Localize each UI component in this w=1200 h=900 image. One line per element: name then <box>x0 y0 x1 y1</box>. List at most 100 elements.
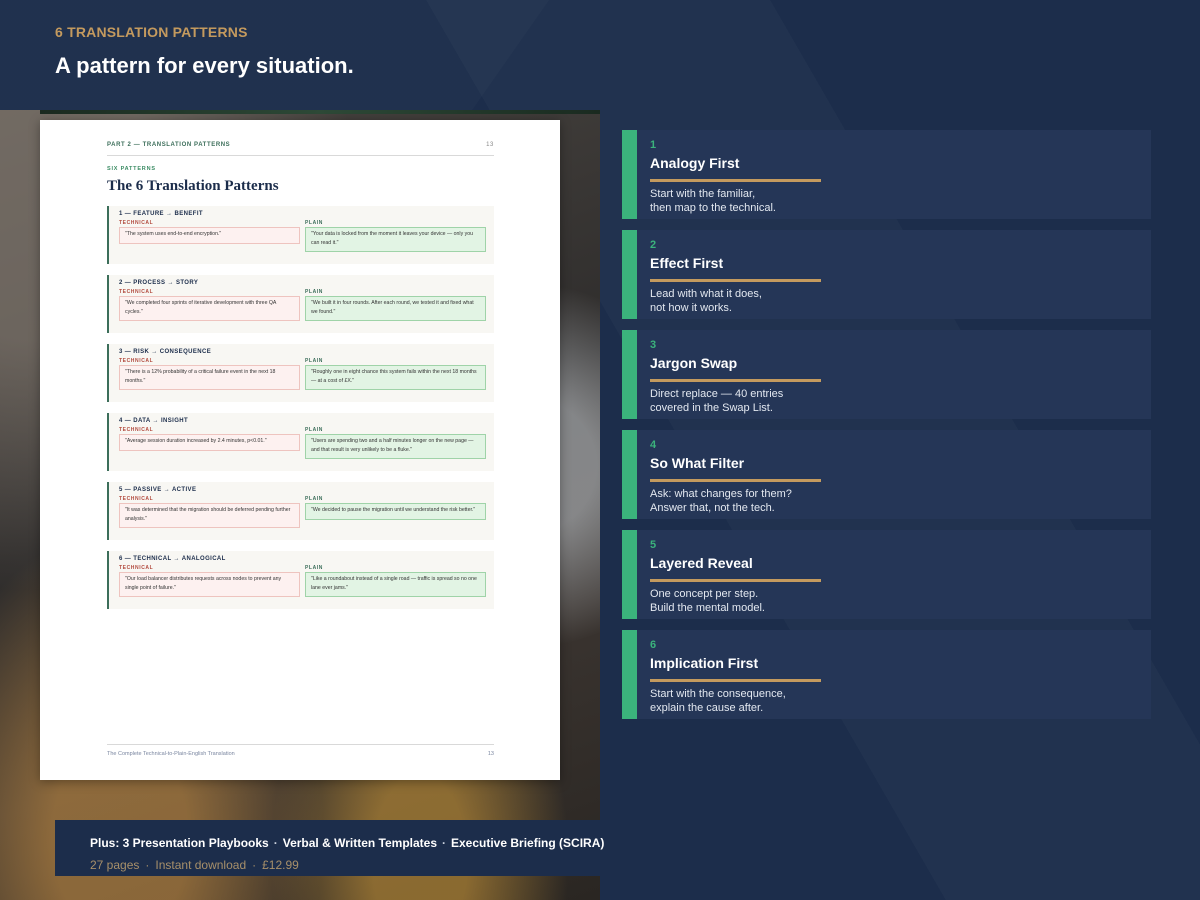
plain-label: PLAIN <box>305 220 323 226</box>
meta-item: Instant download <box>155 858 247 872</box>
plain-column: PLAIN "Users are spending two and a half … <box>305 427 486 459</box>
pattern-card-list: 1 Analogy First Start with the familiar, t… <box>622 130 1151 730</box>
document-page-number: 13 <box>486 142 494 148</box>
card-description: One concept per step. Build the mental m… <box>650 588 765 614</box>
card-divider <box>650 179 821 182</box>
separator-dot: · <box>252 858 257 872</box>
card-number: 2 <box>650 239 657 251</box>
separator-dot: · <box>442 836 446 850</box>
card-description: Start with the familiar, then map to the… <box>650 188 776 214</box>
pattern-title: 3 — RISK → CONSEQUENCE <box>119 349 212 355</box>
plain-example: "We built it in four rounds. After each … <box>305 296 486 321</box>
pattern-columns: TECHNICAL "Our load balancer distributes … <box>119 565 486 597</box>
eyebrow-label: 6 TRANSLATION PATTERNS <box>55 24 248 40</box>
pattern-card: 3 Jargon Swap Direct replace — 40 entries … <box>622 330 1151 419</box>
pattern-box: 1 — FEATURE → BENEFIT TECHNICAL "The syste… <box>107 206 494 264</box>
pattern-card: 4 So What Filter Ask: what changes for the… <box>622 430 1151 519</box>
pattern-card: 5 Layered Reveal One concept per step. Bui… <box>622 530 1151 619</box>
card-title: Analogy First <box>650 155 740 171</box>
plain-column: PLAIN "Your data is locked from the momen… <box>305 220 486 252</box>
plain-example: "Like a roundabout instead of a single r… <box>305 572 486 597</box>
pattern-title: 4 — DATA → INSIGHT <box>119 418 189 424</box>
page-headline: A pattern for every situation. <box>55 53 354 78</box>
card-title: So What Filter <box>650 455 745 471</box>
technical-label: TECHNICAL <box>119 289 154 295</box>
card-divider <box>650 379 821 382</box>
card-divider <box>650 279 821 282</box>
plain-example: "Your data is locked from the moment it … <box>305 227 486 252</box>
technical-label: TECHNICAL <box>119 496 154 502</box>
pattern-columns: TECHNICAL "The system uses end-to-end enc… <box>119 220 486 252</box>
card-title: Implication First <box>650 655 759 671</box>
plain-label: PLAIN <box>305 496 323 502</box>
pattern-box: 6 — TECHNICAL → ANALOGICAL TECHNICAL "Our … <box>107 551 494 609</box>
plain-column: PLAIN "We built it in four rounds. After … <box>305 289 486 321</box>
document-running-header: PART 2 — TRANSLATION PATTERNS 13 <box>107 142 494 156</box>
document-preview: PART 2 — TRANSLATION PATTERNS 13 SIX PAT… <box>40 120 560 780</box>
plain-example: "We decided to pause the migration until… <box>305 503 486 520</box>
card-description: Start with the consequence, explain the … <box>650 688 786 714</box>
meta-item: 27 pages <box>90 858 140 872</box>
document-title: The 6 Translation Patterns <box>107 178 279 194</box>
technical-column: TECHNICAL "We completed four sprints of i… <box>119 289 300 321</box>
technical-column: TECHNICAL "It was determined that the mig… <box>119 496 300 528</box>
card-divider <box>650 479 821 482</box>
plain-label: PLAIN <box>305 358 323 364</box>
card-description: Lead with what it does, not how it works… <box>650 288 762 314</box>
pattern-columns: TECHNICAL "We completed four sprints of i… <box>119 289 486 321</box>
technical-column: TECHNICAL "Our load balancer distributes … <box>119 565 300 597</box>
technical-example: "We completed four sprints of iterative … <box>119 296 300 321</box>
technical-label: TECHNICAL <box>119 358 154 364</box>
pattern-title: 1 — FEATURE → BENEFIT <box>119 211 203 217</box>
pattern-box: 4 — DATA → INSIGHT TECHNICAL "Average sess… <box>107 413 494 471</box>
technical-column: TECHNICAL "The system uses end-to-end enc… <box>119 220 300 252</box>
document-footer: The Complete Technical-to-Plain-English … <box>107 744 494 757</box>
extras-item: Verbal & Written Templates <box>282 836 437 850</box>
technical-label: TECHNICAL <box>119 427 154 433</box>
page-header: 6 TRANSLATION PATTERNS A pattern for eve… <box>55 24 354 79</box>
plain-column: PLAIN "Roughly one in eight chance this s… <box>305 358 486 390</box>
technical-column: TECHNICAL "There is a 12% probability of … <box>119 358 300 390</box>
plain-example: "Users are spending two and a half minut… <box>305 434 486 459</box>
card-number: 1 <box>650 139 657 151</box>
pattern-title: 6 — TECHNICAL → ANALOGICAL <box>119 556 226 562</box>
document-footer-page: 13 <box>487 751 494 757</box>
technical-example: "The system uses end-to-end encryption." <box>119 227 300 244</box>
card-number: 6 <box>650 639 657 651</box>
extras-line: Plus: 3 Presentation Playbooks · Verbal & … <box>90 836 604 850</box>
technical-column: TECHNICAL "Average session duration incre… <box>119 427 300 459</box>
card-title: Effect First <box>650 255 724 271</box>
meta-item: £12.99 <box>262 858 299 872</box>
card-divider <box>650 579 821 582</box>
offer-bar: Plus: 3 Presentation Playbooks · Verbal & … <box>55 820 604 876</box>
technical-label: TECHNICAL <box>119 220 154 226</box>
plain-column: PLAIN "We decided to pause the migration … <box>305 496 486 528</box>
pattern-title: 5 — PASSIVE → ACTIVE <box>119 487 197 493</box>
pattern-box: 3 — RISK → CONSEQUENCE TECHNICAL "There is… <box>107 344 494 402</box>
card-number: 5 <box>650 539 657 551</box>
pattern-box: 2 — PROCESS → STORY TECHNICAL "We complete… <box>107 275 494 333</box>
pattern-card: 1 Analogy First Start with the familiar, t… <box>622 130 1151 219</box>
pattern-title: 2 — PROCESS → STORY <box>119 280 199 286</box>
card-title: Layered Reveal <box>650 555 753 571</box>
pattern-card: 2 Effect First Lead with what it does, not… <box>622 230 1151 319</box>
technical-example: "Our load balancer distributes requests … <box>119 572 300 597</box>
separator-dot: · <box>273 836 278 850</box>
pattern-columns: TECHNICAL "There is a 12% probability of … <box>119 358 486 390</box>
card-number: 4 <box>650 439 657 451</box>
plain-label: PLAIN <box>305 427 323 433</box>
card-title: Jargon Swap <box>650 355 738 371</box>
plain-label: PLAIN <box>305 565 323 571</box>
extras-item: Executive Briefing (SCIRA) <box>451 836 605 850</box>
technical-example: "It was determined that the migration sh… <box>119 503 300 528</box>
technical-example: "Average session duration increased by 2… <box>119 434 300 451</box>
plain-example: "Roughly one in eight chance this system… <box>305 365 486 390</box>
document-content: PART 2 — TRANSLATION PATTERNS 13 SIX PAT… <box>107 142 494 609</box>
plain-column: PLAIN "Like a roundabout instead of a sin… <box>305 565 486 597</box>
extras-item: Plus: 3 Presentation Playbooks <box>90 836 269 850</box>
pattern-list: 1 — FEATURE → BENEFIT TECHNICAL "The syste… <box>107 206 494 609</box>
document-section-label: PART 2 — TRANSLATION PATTERNS <box>107 142 231 148</box>
pattern-card: 6 Implication First Start with the consequ… <box>622 630 1151 719</box>
technical-example: "There is a 12% probability of a critica… <box>119 365 300 390</box>
separator-dot: · <box>145 858 150 872</box>
